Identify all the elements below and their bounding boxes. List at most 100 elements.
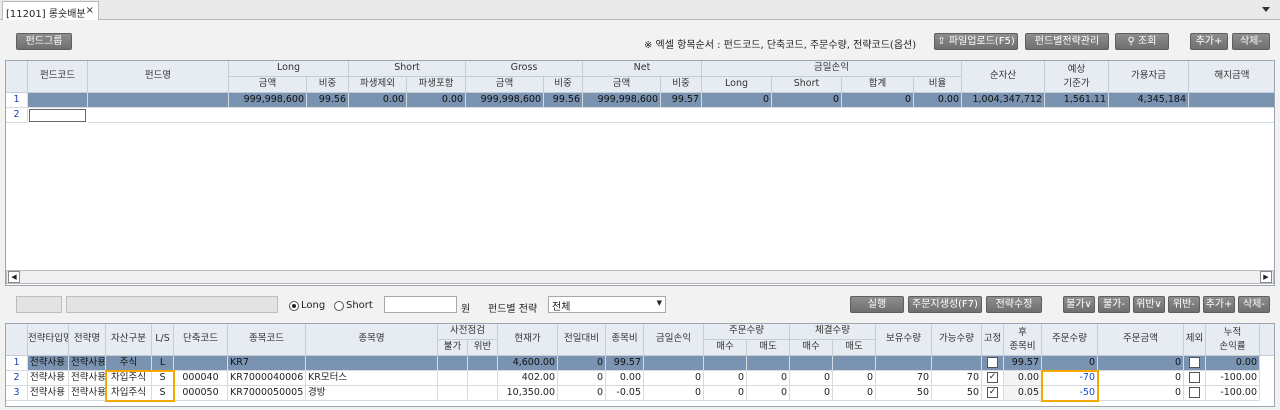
short-excl-cell[interactable]: 0.00 xyxy=(349,93,407,108)
search-button[interactable]: ⚲ 조회 xyxy=(1115,33,1169,50)
expected-base-cell[interactable]: 1,561.11 xyxy=(1045,93,1109,108)
fix-checkbox[interactable]: ✓ xyxy=(987,372,998,383)
fund-row-number[interactable]: 1 xyxy=(6,93,28,108)
pnl-cell[interactable]: 0 xyxy=(644,386,704,401)
fund-grid-hscrollbar[interactable]: ◀ ▶ xyxy=(6,270,1274,284)
cum-return-cell[interactable]: -100.00 xyxy=(1206,386,1260,401)
item-code-cell[interactable]: KR7000040006 xyxy=(228,371,306,386)
fix-cell[interactable] xyxy=(982,356,1004,371)
weight-cell[interactable]: 0.00 xyxy=(606,371,644,386)
hold-qty-cell[interactable]: 50 xyxy=(876,386,932,401)
price-cell[interactable]: 4,600.00 xyxy=(498,356,558,371)
tab-longshort[interactable]: [11201] 롱숏배분 × xyxy=(2,1,99,20)
fill-sell-cell[interactable]: 0 xyxy=(833,371,876,386)
fund-group-button[interactable]: 펀드그룹 xyxy=(16,33,72,50)
close-icon[interactable]: × xyxy=(86,5,94,16)
order-buy-cell[interactable]: 0 xyxy=(704,371,747,386)
fill-buy-cell[interactable]: 0 xyxy=(790,386,833,401)
order-qty-cell[interactable]: 0 xyxy=(1042,356,1098,371)
post-weight-cell[interactable]: 99.57 xyxy=(1004,356,1042,371)
pnl-long-cell[interactable]: 0 xyxy=(702,93,772,108)
change-cell[interactable]: 0 xyxy=(558,371,606,386)
exclude-checkbox[interactable] xyxy=(1189,357,1200,368)
short-code-cell[interactable] xyxy=(174,356,228,371)
exclude-cell[interactable] xyxy=(1184,386,1206,401)
short-incl-cell[interactable]: 0.00 xyxy=(407,93,466,108)
precheck-violation-cell[interactable] xyxy=(468,371,498,386)
strategy-type-cell[interactable]: 전략사용 xyxy=(28,356,69,371)
hold-qty-cell[interactable] xyxy=(876,356,932,371)
strategy-type-cell[interactable]: 전략사용 xyxy=(28,386,69,401)
exclude-checkbox[interactable] xyxy=(1189,387,1200,398)
exclude-cell[interactable] xyxy=(1184,371,1206,386)
long-radio[interactable] xyxy=(289,301,299,311)
scroll-right-icon[interactable]: ▶ xyxy=(1260,271,1272,283)
gross-ratio-cell[interactable]: 99.56 xyxy=(544,93,583,108)
run-button[interactable]: 실행 xyxy=(850,296,904,313)
stock-row-number[interactable]: 2 xyxy=(6,371,28,386)
order-sell-cell[interactable]: 0 xyxy=(747,386,790,401)
order-sell-cell[interactable]: 0 xyxy=(747,371,790,386)
change-cell[interactable]: 0 xyxy=(558,386,606,401)
violation-filter-plus-button[interactable]: 위반∨ xyxy=(1133,296,1165,313)
pnl-rate-cell[interactable]: 0.00 xyxy=(914,93,962,108)
block-filter-plus-button[interactable]: 불가∨ xyxy=(1063,296,1095,313)
fund-row-number[interactable]: 2 xyxy=(6,108,28,123)
cancel-amount-cell[interactable] xyxy=(1189,93,1274,108)
order-amount-cell[interactable]: 0 xyxy=(1098,386,1184,401)
fill-sell-cell[interactable]: 0 xyxy=(833,386,876,401)
item-name-cell[interactable]: 경방 xyxy=(306,386,438,401)
precheck-violation-cell[interactable] xyxy=(468,386,498,401)
stock-row-number[interactable]: 3 xyxy=(6,386,28,401)
scroll-left-icon[interactable]: ◀ xyxy=(8,271,20,283)
delete-fund-button[interactable]: 삭제- xyxy=(1232,33,1270,50)
strategy-mgmt-button[interactable]: 펀드별전략관리 xyxy=(1025,33,1109,50)
change-cell[interactable]: 0 xyxy=(558,356,606,371)
fund-name-cell[interactable] xyxy=(88,93,229,108)
weight-cell[interactable]: -0.05 xyxy=(606,386,644,401)
window-menu-icon[interactable] xyxy=(1254,3,1278,17)
short-code-cell[interactable]: 000040 xyxy=(174,371,228,386)
strategy-name-cell[interactable]: 전략사용 xyxy=(69,386,106,401)
add-fund-button[interactable]: 추가+ xyxy=(1190,33,1228,50)
pnl-cell[interactable] xyxy=(644,356,704,371)
fix-checkbox[interactable]: ✓ xyxy=(987,387,998,398)
price-cell[interactable]: 402.00 xyxy=(498,371,558,386)
net-amount-cell[interactable]: 999,998,600 xyxy=(583,93,661,108)
long-amount-cell[interactable]: 999,998,600 xyxy=(229,93,307,108)
cum-return-cell[interactable]: 0.00 xyxy=(1206,356,1260,371)
hold-qty-cell[interactable]: 70 xyxy=(876,371,932,386)
precheck-block-cell[interactable] xyxy=(438,386,468,401)
fund-code-input[interactable] xyxy=(29,109,86,122)
strategy-type-cell[interactable]: 전략사용 xyxy=(28,371,69,386)
cum-return-cell[interactable]: -100.00 xyxy=(1206,371,1260,386)
add-stock-button[interactable]: 추가+ xyxy=(1203,296,1235,313)
pnl-short-cell[interactable]: 0 xyxy=(772,93,842,108)
available-funds-cell[interactable]: 4,345,184 xyxy=(1109,93,1189,108)
weight-cell[interactable]: 99.57 xyxy=(606,356,644,371)
price-cell[interactable]: 10,350.00 xyxy=(498,386,558,401)
fix-checkbox[interactable] xyxy=(987,357,998,368)
avail-qty-cell[interactable] xyxy=(932,356,982,371)
fix-cell[interactable]: ✓ xyxy=(982,386,1004,401)
fund-code-cell[interactable] xyxy=(28,93,88,108)
short-code-cell[interactable]: 000050 xyxy=(174,386,228,401)
edit-strategy-button[interactable]: 전략수정 xyxy=(986,296,1042,313)
item-name-cell[interactable] xyxy=(306,356,438,371)
gross-amount-cell[interactable]: 999,998,600 xyxy=(466,93,544,108)
fund-empty-row[interactable] xyxy=(88,108,1274,123)
asset-type-cell[interactable]: 주식 xyxy=(106,356,152,371)
stock-row-number[interactable]: 1 xyxy=(6,356,28,371)
amount-input[interactable] xyxy=(384,296,457,313)
post-weight-cell[interactable]: 0.00 xyxy=(1004,371,1042,386)
fill-buy-cell[interactable] xyxy=(790,356,833,371)
order-amount-cell[interactable]: 0 xyxy=(1098,371,1184,386)
strategy-name-cell[interactable]: 전략사용 xyxy=(69,356,106,371)
ls-cell[interactable]: L xyxy=(152,356,174,371)
violation-filter-minus-button[interactable]: 위반- xyxy=(1168,296,1200,313)
precheck-block-cell[interactable] xyxy=(438,356,468,371)
precheck-block-cell[interactable] xyxy=(438,371,468,386)
item-name-cell[interactable]: KR모터스 xyxy=(306,371,438,386)
avail-qty-cell[interactable]: 50 xyxy=(932,386,982,401)
generate-order-button[interactable]: 주문지생성(F7) xyxy=(908,296,982,313)
